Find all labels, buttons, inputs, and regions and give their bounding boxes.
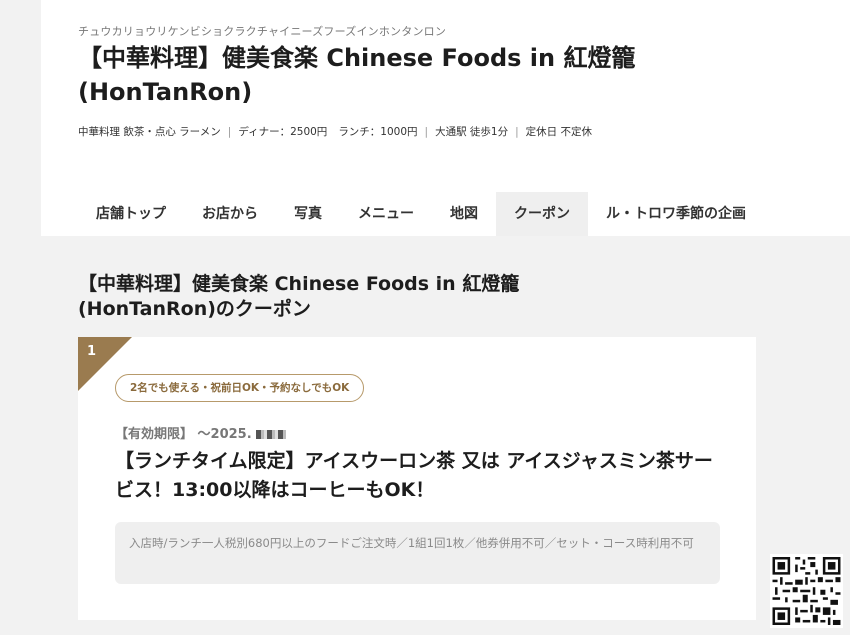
tab-menu[interactable]: メニュー bbox=[340, 192, 432, 236]
meta-separator: | bbox=[227, 126, 232, 138]
redacted-date-mask bbox=[255, 430, 286, 439]
coupon-conditions-badge: 2名でも使える・祝前日OK・予約なしでもOK bbox=[115, 374, 365, 402]
coupon-card: 1 2名でも使える・祝前日OK・予約なしでもOK 【有効期限】 ～2025. 【… bbox=[78, 337, 756, 620]
tab-map[interactable]: 地図 bbox=[432, 192, 496, 236]
coupon-terms: 入店時/ランチ一人税別680円以上のフードご注文時／1組1回1枚／他券併用不可／… bbox=[115, 522, 720, 584]
qr-code-icon bbox=[770, 554, 843, 628]
meta-holiday: 定休日 不定休 bbox=[525, 126, 593, 138]
qr-code-graphic bbox=[770, 554, 843, 628]
tab-top[interactable]: 店舗トップ bbox=[78, 192, 184, 236]
tab-coupon[interactable]: クーポン bbox=[496, 192, 588, 236]
meta-separator: | bbox=[515, 126, 519, 138]
coupon-number: 1 bbox=[87, 344, 97, 359]
meta-separator: | bbox=[424, 126, 429, 138]
coupon-headline: 【ランチタイム限定】アイスウーロン茶 又は アイスジャスミン茶サービス！13:0… bbox=[115, 450, 713, 501]
meta-genre: 中華料理 飲茶・点心 ラーメン bbox=[78, 126, 221, 138]
meta-dinner-price: ディナー：2500円 bbox=[238, 126, 328, 138]
tab-photos[interactable]: 写真 bbox=[276, 192, 340, 236]
tab-from-shop[interactable]: お店から bbox=[184, 192, 276, 236]
meta-lunch-price: ランチ：1000円 bbox=[338, 126, 418, 138]
coupon-validity: 【有効期限】 ～2025. bbox=[115, 423, 286, 442]
validity-label: 【有効期限】 bbox=[115, 427, 194, 442]
page-title: 【中華料理】健美食楽 Chinese Foods in 紅燈籠 (HonTanR… bbox=[78, 273, 520, 320]
shop-tabs: 店舗トップ お店から 写真 メニュー 地図 クーポン ル・トロワ季節の企画 bbox=[78, 192, 764, 236]
validity-date: ～2025. bbox=[197, 427, 252, 442]
meta-access: 大通駅 徒歩1分 bbox=[435, 126, 509, 138]
shop-name-kana: チュウカリョウリケンビショクラクチャイニーズフーズインホンタンロン bbox=[78, 25, 447, 38]
shop-meta: 中華料理 飲茶・点心 ラーメン | ディナー：2500円 ランチ：1000円 | 大通駅 … bbox=[78, 124, 592, 139]
shop-title: 【中華料理】健美食楽 Chinese Foods in 紅燈籠 (HonTanR… bbox=[78, 44, 636, 106]
tab-seasonal-plan[interactable]: ル・トロワ季節の企画 bbox=[588, 192, 764, 236]
